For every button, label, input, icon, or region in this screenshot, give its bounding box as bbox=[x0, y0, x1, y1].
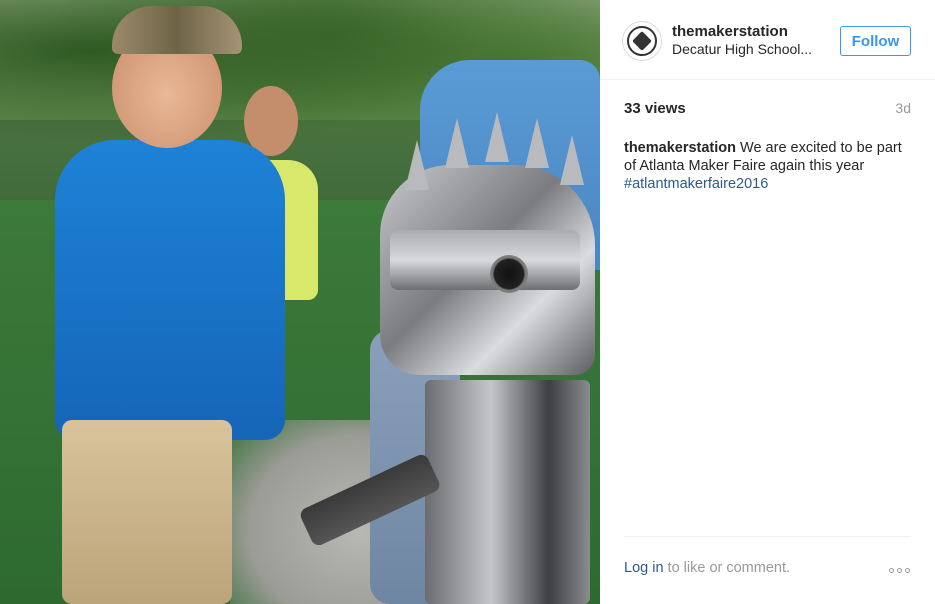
media-kid-shirt bbox=[55, 140, 285, 440]
media-robot-eye bbox=[490, 255, 528, 293]
media-robot-body bbox=[425, 380, 590, 604]
post-media-image[interactable] bbox=[0, 0, 600, 604]
post-sidebar: themakerstation Decatur High School... F… bbox=[600, 0, 935, 604]
login-suffix: to like or comment. bbox=[663, 560, 791, 576]
media-robot-visor bbox=[390, 230, 580, 290]
media-robot-spike bbox=[405, 140, 429, 190]
post-stats: 33 views 3d bbox=[624, 100, 911, 120]
login-link[interactable]: Log in bbox=[624, 560, 664, 576]
post-caption: themakerstation We are excited to be par… bbox=[624, 139, 914, 193]
post-header: themakerstation Decatur High School... F… bbox=[600, 0, 935, 80]
ellipsis-icon bbox=[904, 567, 910, 573]
media-kid-cap bbox=[112, 6, 242, 54]
ellipsis-icon bbox=[896, 567, 902, 573]
caption-hashtag[interactable]: #atlantmakerfaire2016 bbox=[624, 175, 914, 193]
more-options-button[interactable] bbox=[887, 565, 911, 575]
media-robot-spike bbox=[485, 112, 509, 162]
post-time[interactable]: 3d bbox=[895, 100, 911, 116]
media-robot-spike bbox=[525, 118, 549, 168]
view-count[interactable]: 33 views bbox=[624, 100, 686, 117]
media-robot-spike bbox=[560, 135, 584, 185]
ellipsis-icon bbox=[888, 567, 894, 573]
post-username[interactable]: themakerstation bbox=[672, 23, 788, 40]
login-prompt: Log in to like or comment. bbox=[624, 560, 790, 576]
post-location[interactable]: Decatur High School... bbox=[672, 41, 842, 57]
media-kid-shorts bbox=[62, 420, 232, 604]
caption-username[interactable]: themakerstation bbox=[624, 140, 736, 156]
avatar[interactable] bbox=[622, 21, 662, 61]
follow-button[interactable]: Follow bbox=[840, 26, 911, 56]
post-footer: Log in to like or comment. bbox=[624, 536, 911, 604]
media-robot-spike bbox=[445, 118, 469, 168]
